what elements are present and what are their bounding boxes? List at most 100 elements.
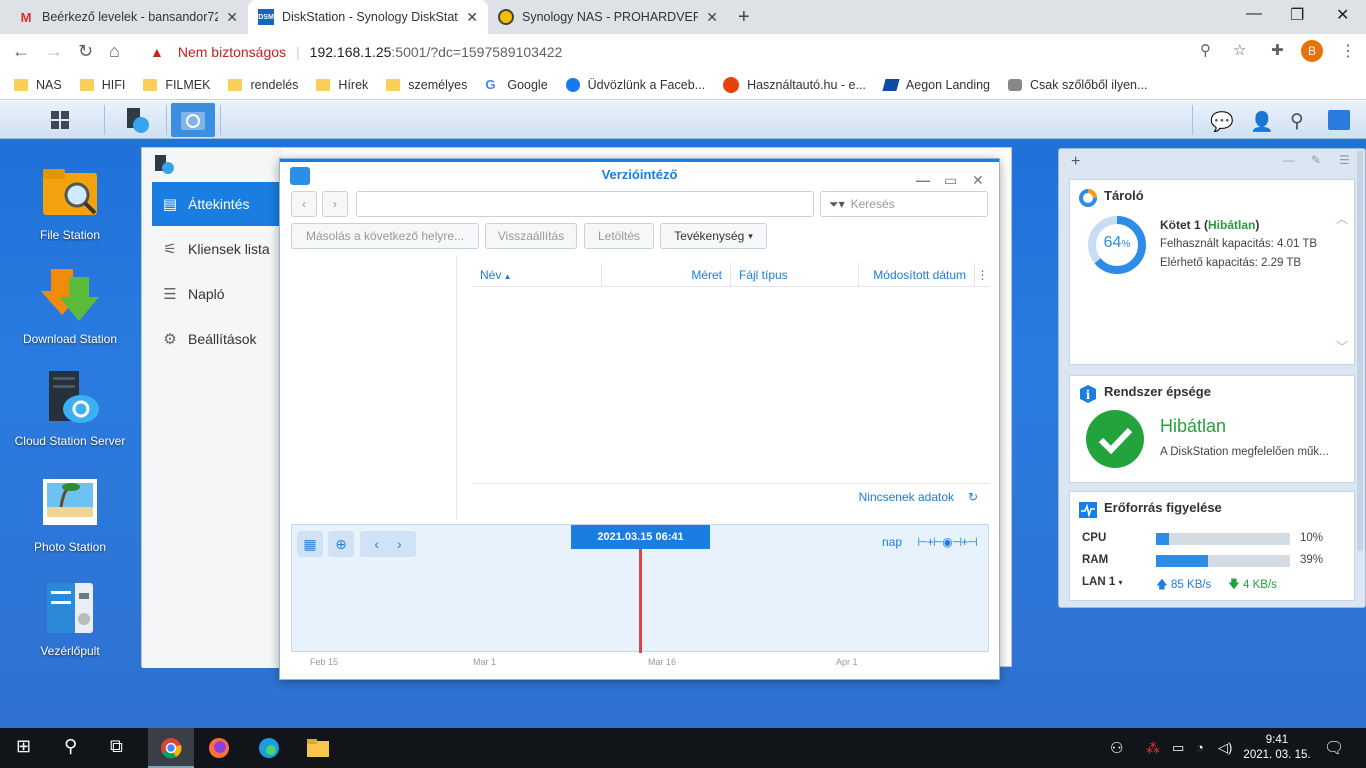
- calendar-icon[interactable]: ▦: [297, 531, 323, 557]
- desktop-control-panel[interactable]: Vezérlőpult: [10, 581, 130, 658]
- desktop-file-station[interactable]: File Station: [10, 165, 130, 242]
- folder-icon: [79, 78, 94, 91]
- column-menu-icon[interactable]: ⋮: [975, 263, 990, 286]
- activity-button[interactable]: Tevékenység ▾: [660, 223, 767, 249]
- tab-diskstation[interactable]: DSM DiskStation - Synology DiskStatio ✕: [248, 0, 488, 34]
- bookmark-nas[interactable]: NAS: [14, 78, 62, 92]
- list-icon: ☰: [163, 286, 177, 303]
- omnibox[interactable]: ▲ Nem biztonságos | 192.168.1.25:5001/?d…: [140, 38, 1230, 66]
- chrome-taskbar-item[interactable]: [148, 728, 194, 768]
- maximize-button[interactable]: ❐: [1290, 5, 1304, 25]
- bookmark-label: Használtautó.hu - e...: [747, 77, 866, 92]
- reload-icon[interactable]: ↻: [78, 41, 93, 62]
- bookmark-szolo[interactable]: Csak szőlőből ilyen...: [1008, 78, 1147, 92]
- tab-prohardver[interactable]: Synology NAS - PROHARDVER! H ✕: [488, 0, 728, 34]
- people-icon[interactable]: ⚇: [1110, 739, 1123, 757]
- scrollbar[interactable]: [1357, 151, 1363, 551]
- lan-selector[interactable]: LAN 1 ▾: [1082, 576, 1122, 588]
- battery-icon[interactable]: ▭: [1172, 740, 1184, 756]
- refresh-icon[interactable]: ↻: [968, 484, 978, 510]
- minimize-button[interactable]: —: [1246, 5, 1262, 23]
- bookmark-hasznaltauto[interactable]: Használtautó.hu - e...: [723, 76, 866, 93]
- close-window-button[interactable]: ✕: [1336, 5, 1349, 25]
- new-tab-button[interactable]: +: [738, 6, 750, 29]
- network-alert-icon[interactable]: ⁂: [1146, 740, 1160, 757]
- home-icon[interactable]: ⌂: [109, 41, 120, 62]
- chevron-right-icon[interactable]: ›: [397, 536, 402, 552]
- desktop-download-station[interactable]: Download Station: [10, 269, 130, 346]
- profile-avatar[interactable]: B: [1301, 40, 1323, 62]
- widgets-toggle-icon[interactable]: [1328, 110, 1350, 130]
- extensions-icon[interactable]: ✚: [1271, 41, 1284, 59]
- ram-bar: [1156, 555, 1290, 567]
- chat-icon[interactable]: 💬: [1210, 110, 1234, 134]
- sidebar-item-log[interactable]: ☰ Napló: [152, 272, 282, 316]
- system-clock[interactable]: 9:41 2021. 03. 15.: [1243, 733, 1311, 763]
- explorer-icon[interactable]: [306, 738, 330, 758]
- close-icon[interactable]: ✕: [466, 9, 478, 26]
- bookmark-hifi[interactable]: HIFI: [79, 78, 125, 92]
- maximize-icon[interactable]: ▭: [944, 167, 957, 193]
- close-icon[interactable]: ✕: [706, 9, 718, 26]
- chevron-left-icon[interactable]: ‹: [374, 536, 379, 552]
- wifi-icon[interactable]: ◔: [1196, 740, 1204, 755]
- desktop-cloud-station-server[interactable]: Cloud Station Server: [10, 371, 130, 448]
- desktop-photo-station[interactable]: Photo Station: [10, 477, 130, 554]
- taskbar-version-explorer[interactable]: [171, 103, 215, 137]
- col-type[interactable]: Fájl típus: [731, 263, 859, 287]
- back-icon[interactable]: ←: [12, 41, 30, 62]
- close-icon[interactable]: ✕: [972, 167, 984, 193]
- download-button[interactable]: Letöltés: [584, 223, 654, 249]
- forward-button[interactable]: ›: [322, 191, 348, 217]
- windows-start-icon[interactable]: ⊞: [16, 736, 31, 757]
- minimize-icon[interactable]: —: [916, 167, 930, 193]
- settings-icon[interactable]: ☰: [1339, 153, 1350, 167]
- zoom-slider[interactable]: ⊢+⊢◉⊣+⊣: [917, 535, 977, 549]
- bookmark-facebook[interactable]: Üdvözlünk a Faceb...: [565, 77, 705, 92]
- folder-search-icon: [43, 169, 97, 215]
- bookmark-filmek[interactable]: FILMEK: [143, 78, 210, 92]
- search-icon[interactable]: ⚲: [1290, 110, 1304, 133]
- back-button[interactable]: ‹: [291, 191, 317, 217]
- sidebar-item-overview[interactable]: ▤ Áttekintés: [152, 182, 282, 226]
- bookmark-szemelyes[interactable]: személyes: [386, 78, 467, 92]
- menu-icon[interactable]: ⋮: [1340, 41, 1356, 61]
- close-icon[interactable]: ✕: [226, 9, 238, 26]
- minimize-icon[interactable]: —: [1283, 153, 1295, 167]
- chevron-up-icon[interactable]: ︿: [1336, 210, 1348, 227]
- bookmark-rendeles[interactable]: rendelés: [228, 78, 298, 92]
- restore-button[interactable]: Visszaállítás: [485, 223, 577, 249]
- col-modified[interactable]: Módosított dátum: [859, 263, 975, 287]
- task-view-icon[interactable]: ⧉: [110, 736, 123, 757]
- bookmark-google[interactable]: G Google: [485, 78, 547, 92]
- taskbar-resource-app[interactable]: [115, 103, 159, 137]
- bookmark-hirek[interactable]: Hírek: [316, 78, 368, 92]
- chevron-down-icon[interactable]: ﹀: [1336, 338, 1348, 355]
- firefox-icon[interactable]: [208, 737, 230, 759]
- sidebar-item-settings[interactable]: ⚙ Beállítások: [152, 317, 282, 361]
- col-size[interactable]: Méret: [602, 263, 731, 287]
- locate-icon[interactable]: ⊕: [328, 531, 354, 557]
- star-icon[interactable]: ☆: [1233, 41, 1246, 59]
- volume-icon[interactable]: ◁): [1218, 740, 1232, 756]
- bookmark-aegon[interactable]: Aegon Landing: [882, 77, 991, 92]
- search-field[interactable]: ⏷▾ Keresés: [820, 191, 988, 217]
- sidebar-item-clients[interactable]: ⚟ Kliensek lista: [152, 227, 282, 271]
- tab-gmail[interactable]: M Beérkező levelek - bansandor72( ✕: [8, 0, 248, 34]
- bookmark-label: Aegon Landing: [905, 77, 991, 92]
- path-field[interactable]: [356, 191, 814, 217]
- add-widget-icon[interactable]: +: [1071, 153, 1080, 171]
- timeline-current-marker[interactable]: 2021.03.15 06:41: [571, 525, 710, 549]
- main-menu-button[interactable]: [38, 103, 82, 137]
- notifications-icon[interactable]: 🗨: [1324, 738, 1344, 758]
- search-icon[interactable]: ⚲: [64, 736, 77, 757]
- forward-icon[interactable]: →: [45, 41, 63, 62]
- col-name[interactable]: Név ▲: [472, 263, 602, 287]
- zoom-icon[interactable]: ⚲: [1200, 41, 1211, 59]
- user-icon[interactable]: 👤: [1250, 110, 1274, 134]
- plug-icon: ⚟: [163, 241, 177, 258]
- pin-icon[interactable]: ✎: [1311, 153, 1321, 167]
- free-label: Elérhető kapacitás:: [1160, 257, 1258, 269]
- edge-icon[interactable]: [258, 737, 280, 759]
- copy-to-button[interactable]: Másolás a következő helyre...: [291, 223, 479, 249]
